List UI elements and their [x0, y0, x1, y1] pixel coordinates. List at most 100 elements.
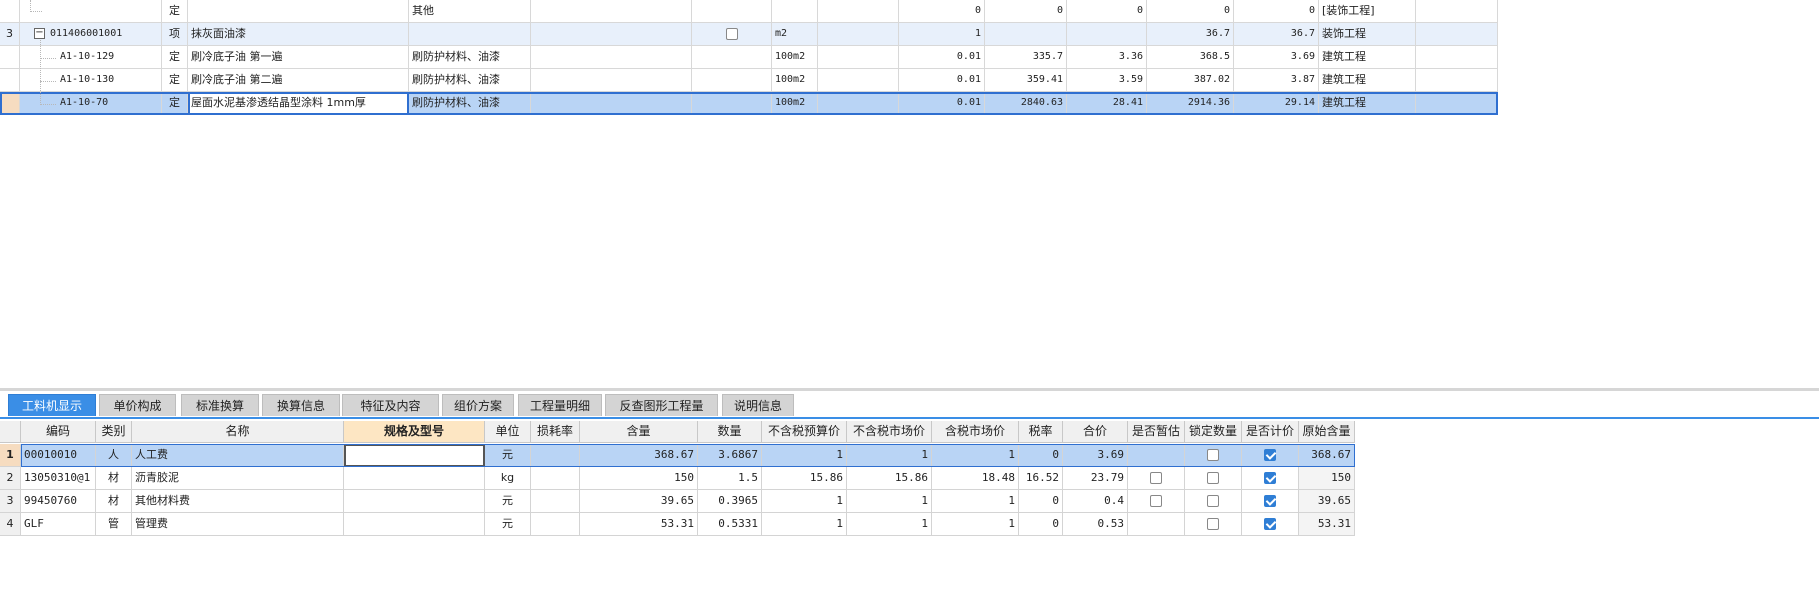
priced-checkbox[interactable] [1264, 449, 1276, 461]
column-header-code[interactable]: 编码 [21, 421, 96, 443]
upper-cell-blank-b[interactable] [818, 92, 899, 115]
column-header-name[interactable]: 名称 [132, 421, 344, 443]
cell-loss[interactable] [531, 467, 580, 490]
cell-qty[interactable]: 3.6867 [698, 444, 762, 467]
cell-total[interactable]: 3.69 [1063, 444, 1128, 467]
cell-tax[interactable]: 0 [1019, 513, 1063, 536]
upper-cell-blank-b[interactable] [818, 69, 899, 92]
upper-cell-unit[interactable]: 100m2 [772, 46, 818, 69]
cell-orig[interactable]: 39.65 [1299, 490, 1355, 513]
cell-p3[interactable]: 1 [932, 444, 1019, 467]
upper-cell-v4[interactable]: 0 [1234, 0, 1319, 23]
cell-unit[interactable]: 元 [485, 513, 531, 536]
priced-checkbox[interactable] [1264, 518, 1276, 530]
upper-cell-blank-b[interactable] [818, 0, 899, 23]
upper-cell-qty[interactable]: 0.01 [899, 92, 985, 115]
upper-cell-num[interactable] [0, 46, 20, 69]
column-header-qty[interactable]: 数量 [698, 421, 762, 443]
upper-cell-blank-b[interactable] [818, 46, 899, 69]
upper-cell-v4[interactable]: 3.87 [1234, 69, 1319, 92]
cell-orig[interactable]: 53.31 [1299, 513, 1355, 536]
upper-cell-cat[interactable]: [装饰工程] [1319, 0, 1416, 23]
cell-spec[interactable] [344, 444, 485, 467]
upper-cell-v1[interactable] [985, 23, 1067, 46]
upper-cell-v3[interactable]: 387.02 [1147, 69, 1234, 92]
upper-cell-v2[interactable]: 3.59 [1067, 69, 1147, 92]
column-header-loss[interactable]: 损耗率 [531, 421, 580, 443]
upper-cell-blank-c[interactable] [1416, 46, 1498, 69]
lock-qty-checkbox[interactable] [1207, 449, 1219, 461]
upper-cell-blank-c[interactable] [1416, 92, 1498, 115]
upper-cell-blank-c[interactable] [1416, 69, 1498, 92]
cell-qty[interactable]: 0.5331 [698, 513, 762, 536]
cell-price[interactable] [1242, 513, 1299, 536]
upper-cell-type[interactable]: 定 [162, 92, 188, 115]
cell-code[interactable]: 13050310@1 [21, 467, 96, 490]
upper-cell-blank-a[interactable] [531, 69, 692, 92]
upper-cell-blank-chk[interactable] [692, 92, 772, 115]
cell-lock[interactable] [1185, 513, 1242, 536]
cell-p1[interactable]: 15.86 [762, 467, 847, 490]
cell-code[interactable]: 99450760 [21, 490, 96, 513]
upper-cell-v2[interactable]: 28.41 [1067, 92, 1147, 115]
upper-cell-name[interactable] [188, 0, 409, 23]
upper-cell-type[interactable]: 定 [162, 69, 188, 92]
tab-3[interactable]: 换算信息 [262, 394, 340, 416]
upper-cell-blank-b[interactable] [818, 23, 899, 46]
cell-unit[interactable]: 元 [485, 490, 531, 513]
upper-cell-v2[interactable] [1067, 23, 1147, 46]
cell-est[interactable] [1128, 490, 1185, 513]
column-header-price[interactable]: 是否计价 [1242, 421, 1299, 443]
tab-5[interactable]: 组价方案 [442, 394, 514, 416]
upper-cell-num[interactable] [0, 69, 20, 92]
lock-qty-checkbox[interactable] [1207, 495, 1219, 507]
cell-loss[interactable] [531, 490, 580, 513]
upper-cell-unit[interactable]: m2 [772, 23, 818, 46]
upper-cell-blank-c[interactable] [1416, 23, 1498, 46]
cell-lock[interactable] [1185, 467, 1242, 490]
upper-cell-name[interactable]: 刷冷底子油 第一遍 [188, 46, 409, 69]
upper-cell-spec[interactable]: 刷防护材料、油漆 [409, 69, 531, 92]
upper-cell-v2[interactable]: 3.36 [1067, 46, 1147, 69]
cell-name[interactable]: 人工费 [132, 444, 344, 467]
cell-orig[interactable]: 368.67 [1299, 444, 1355, 467]
cell-content[interactable]: 150 [580, 467, 698, 490]
priced-checkbox[interactable] [1264, 472, 1276, 484]
upper-cell-num[interactable] [0, 92, 20, 115]
cell-cat[interactable]: 材 [96, 490, 132, 513]
upper-cell-unit[interactable]: 100m2 [772, 92, 818, 115]
upper-cell-unit[interactable] [772, 0, 818, 23]
estimate-checkbox[interactable] [1150, 495, 1162, 507]
upper-cell-blank-a[interactable] [531, 46, 692, 69]
cell-code[interactable]: GLF [21, 513, 96, 536]
upper-cell-spec[interactable]: 其他 [409, 0, 531, 23]
upper-cell-v1[interactable]: 359.41 [985, 69, 1067, 92]
upper-cell-v3[interactable]: 2914.36 [1147, 92, 1234, 115]
upper-cell-type[interactable]: 定 [162, 46, 188, 69]
upper-cell-spec[interactable] [409, 23, 531, 46]
cell-est[interactable] [1128, 467, 1185, 490]
upper-cell-cat[interactable]: 建筑工程 [1319, 92, 1416, 115]
priced-checkbox[interactable] [1264, 495, 1276, 507]
cell-content[interactable]: 53.31 [580, 513, 698, 536]
cell-p3[interactable]: 1 [932, 490, 1019, 513]
upper-cell-num[interactable]: 3 [0, 23, 20, 46]
cell-code[interactable]: 00010010 [21, 444, 96, 467]
tab-1[interactable]: 单价构成 [99, 394, 176, 416]
lock-qty-checkbox[interactable] [1207, 472, 1219, 484]
cell-total[interactable]: 0.4 [1063, 490, 1128, 513]
tab-7[interactable]: 反查图形工程量 [605, 394, 718, 416]
upper-cell-v4[interactable]: 36.7 [1234, 23, 1319, 46]
cell-lock[interactable] [1185, 444, 1242, 467]
upper-cell-blank-a[interactable] [531, 92, 692, 115]
estimate-checkbox[interactable] [1150, 472, 1162, 484]
cell-tax[interactable]: 16.52 [1019, 467, 1063, 490]
cell-content[interactable]: 368.67 [580, 444, 698, 467]
upper-cell-v3[interactable]: 0 [1147, 0, 1234, 23]
checkbox[interactable] [725, 28, 738, 40]
tab-4[interactable]: 特征及内容 [342, 394, 439, 416]
upper-cell-name[interactable]: 抹灰面油漆 [188, 23, 409, 46]
cell-total[interactable]: 23.79 [1063, 467, 1128, 490]
cell-price[interactable] [1242, 467, 1299, 490]
cell-cat[interactable]: 材 [96, 467, 132, 490]
